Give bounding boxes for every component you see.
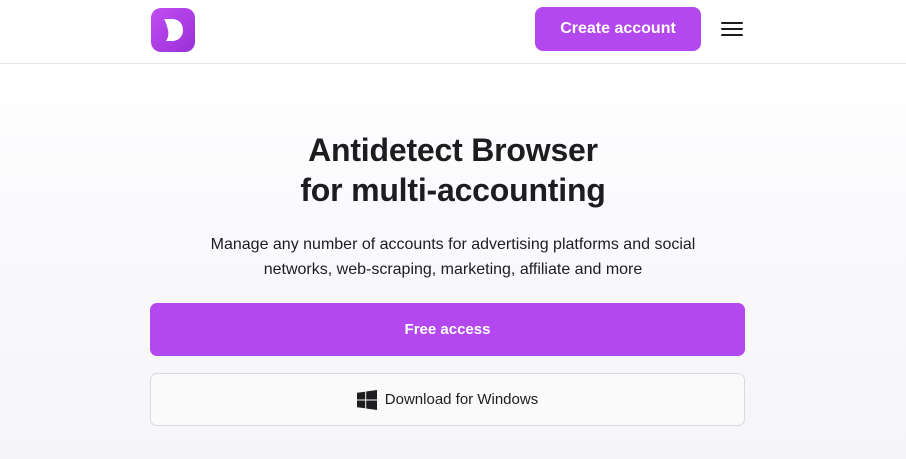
logo-d-icon (164, 19, 183, 41)
windows-icon (356, 389, 377, 410)
brand-logo[interactable] (151, 8, 195, 52)
hero-subtitle-line2: networks, web-scraping, marketing, affil… (263, 261, 643, 278)
menu-line (721, 22, 743, 24)
landing-page: Create account Antidetect Browser for mu… (0, 0, 906, 459)
hamburger-icon[interactable] (721, 17, 745, 41)
create-account-button[interactable]: Create account (535, 7, 701, 51)
site-header: Create account (0, 0, 906, 64)
hero-title: Antidetect Browser for multi-accounting (0, 130, 906, 210)
hero-title-line1: Antidetect Browser (308, 132, 598, 168)
download-windows-button[interactable]: Download for Windows (150, 373, 745, 426)
menu-line (721, 28, 743, 30)
download-label: Download for Windows (384, 391, 539, 408)
hero-title-line2: for multi-accounting (300, 172, 606, 208)
hero-subtitle-line1: Manage any number of accounts for advert… (210, 236, 696, 253)
free-access-button[interactable]: Free access (150, 303, 745, 356)
menu-line (721, 34, 743, 36)
hero-subtitle: Manage any number of accounts for advert… (173, 232, 733, 282)
